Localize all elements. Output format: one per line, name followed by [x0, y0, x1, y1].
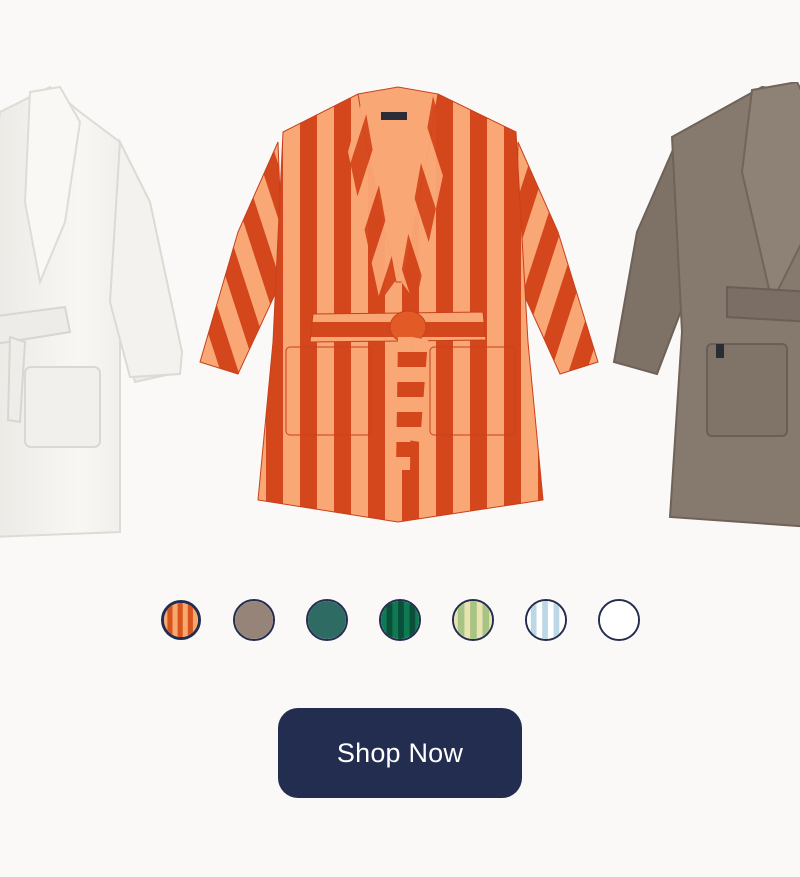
sage-stripe-swatch-icon: [452, 599, 494, 641]
swatch-sage-stripe[interactable]: [450, 597, 496, 643]
swatch-orange-stripe[interactable]: [158, 597, 204, 643]
orange-stripe-swatch-icon: [161, 600, 201, 640]
dark-teal-swatch-icon: [306, 599, 348, 641]
color-swatches: [0, 597, 800, 645]
striped-robe-image: [198, 82, 602, 532]
white-robe-image: [0, 82, 190, 552]
white-swatch-icon: [598, 599, 640, 641]
swatch-white[interactable]: [596, 597, 642, 643]
light-blue-stripe-swatch-icon: [525, 599, 567, 641]
shop-now-button[interactable]: Shop Now: [278, 708, 522, 798]
taupe-swatch-icon: [233, 599, 275, 641]
swatch-green-stripe[interactable]: [377, 597, 423, 643]
taupe-robe-image: [612, 82, 800, 532]
swatch-light-blue-stripe[interactable]: [523, 597, 569, 643]
swatch-dark-teal[interactable]: [304, 597, 350, 643]
product-gallery: [0, 0, 800, 580]
swatch-taupe[interactable]: [231, 597, 277, 643]
green-stripe-swatch-icon: [379, 599, 421, 641]
